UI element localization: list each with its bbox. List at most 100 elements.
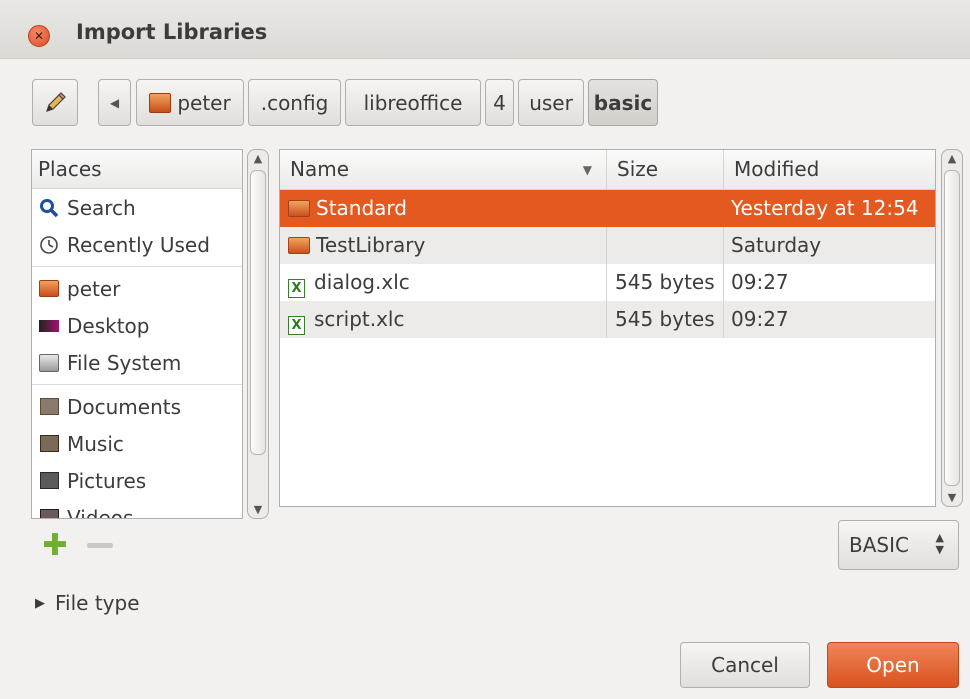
file-list-header: Name ▼ Size Modified — [280, 150, 935, 190]
search-icon — [38, 197, 60, 219]
file-row[interactable]: Xscript.xlc 545 bytes 09:27 — [280, 301, 935, 338]
chevron-down-icon[interactable]: ▼ — [942, 491, 962, 504]
chevron-up-icon[interactable]: ▲ — [942, 152, 962, 165]
file-name: TestLibrary — [316, 233, 426, 257]
file-name: dialog.xlc — [314, 270, 410, 294]
column-separator — [606, 227, 607, 264]
filter-selected-value: BASIC — [849, 533, 909, 557]
column-separator — [606, 264, 607, 301]
place-label: Pictures — [67, 468, 147, 493]
folder-icon — [288, 200, 310, 217]
crumb-label: libreoffice — [363, 90, 463, 115]
place-music[interactable]: Music — [32, 425, 242, 462]
file-modified: 09:27 — [731, 307, 789, 331]
crumb-basic[interactable]: basic — [588, 79, 658, 126]
file-type-expander[interactable]: ▶ File type — [35, 591, 140, 615]
close-icon: ✕ — [33, 29, 45, 43]
expander-label: File type — [55, 591, 140, 615]
spreadsheet-file-icon: X — [288, 279, 305, 298]
file-modified: Yesterday at 12:54 — [731, 196, 919, 220]
place-search[interactable]: Search — [32, 189, 242, 226]
cancel-label: Cancel — [711, 653, 779, 677]
file-size — [615, 190, 723, 227]
file-name-cell: TestLibrary — [288, 227, 606, 264]
file-size: 545 bytes — [615, 270, 715, 294]
file-size: 545 bytes — [615, 307, 715, 331]
updown-arrows-icon: ▲ ▼ — [935, 531, 944, 556]
place-label: Videos — [67, 505, 134, 519]
file-size — [615, 227, 723, 264]
chevron-down-icon[interactable]: ▼ — [248, 503, 268, 516]
window-title: Import Libraries — [76, 20, 268, 44]
crumb-peter[interactable]: peter — [136, 79, 244, 126]
path-scroll-left-button[interactable]: ◀ — [98, 79, 131, 126]
chevron-up-icon[interactable]: ▲ — [248, 152, 268, 165]
pictures-folder-icon — [38, 470, 60, 492]
file-list-scrollbar[interactable]: ▲ ▼ — [941, 149, 963, 507]
crumb-label: basic — [593, 90, 653, 115]
file-filter-select[interactable]: BASIC ▲ ▼ — [838, 520, 959, 570]
file-row[interactable]: Xdialog.xlc 545 bytes 09:27 — [280, 264, 935, 301]
crumb-config[interactable]: .config — [248, 79, 341, 126]
file-modified: Saturday — [731, 233, 822, 257]
expander-arrow-icon: ▶ — [35, 595, 45, 611]
file-name-cell: Standard — [288, 190, 606, 227]
column-header-modified[interactable]: Modified — [724, 150, 935, 189]
crumb-label: .config — [260, 90, 329, 115]
place-videos[interactable]: Videos — [32, 499, 242, 519]
column-header-name[interactable]: Name ▼ — [280, 150, 607, 189]
type-location-button[interactable] — [32, 79, 78, 126]
place-label: File System — [67, 350, 182, 375]
close-button[interactable]: ✕ — [28, 25, 50, 47]
cancel-button[interactable]: Cancel — [680, 642, 810, 688]
file-name-cell: Xdialog.xlc — [288, 264, 606, 301]
chevron-left-icon: ◀ — [109, 95, 120, 110]
places-scroll-thumb[interactable] — [250, 170, 266, 455]
places-scrollbar[interactable]: ▲ ▼ — [247, 149, 269, 519]
desktop-icon — [38, 315, 60, 337]
column-separator — [723, 301, 724, 338]
crumb-libreoffice[interactable]: libreoffice — [345, 79, 481, 126]
place-file-system[interactable]: File System — [32, 344, 242, 381]
place-desktop[interactable]: Desktop — [32, 307, 242, 344]
add-bookmark-button[interactable]: ✚ — [41, 531, 69, 561]
videos-folder-icon — [38, 507, 60, 518]
places-header[interactable]: Places — [32, 150, 242, 189]
file-list: Name ▼ Size Modified Standard Yesterday … — [279, 149, 936, 507]
music-folder-icon — [38, 433, 60, 455]
place-pictures[interactable]: Pictures — [32, 462, 242, 499]
home-folder-icon — [149, 92, 172, 113]
crumb-user[interactable]: user — [518, 79, 584, 126]
column-separator — [606, 301, 607, 338]
place-recently-used[interactable]: Recently Used — [32, 226, 242, 263]
place-label: Search — [67, 195, 136, 220]
spreadsheet-file-icon: X — [288, 316, 305, 335]
column-separator — [723, 264, 724, 301]
drive-icon — [38, 352, 60, 374]
file-modified: 09:27 — [731, 270, 789, 294]
places-separator — [32, 266, 242, 267]
places-separator — [32, 384, 242, 385]
place-label: peter — [67, 276, 121, 301]
file-name-cell: Xscript.xlc — [288, 301, 606, 338]
home-folder-icon — [38, 278, 60, 300]
column-header-size[interactable]: Size — [607, 150, 724, 189]
crumb-4[interactable]: 4 — [485, 79, 514, 126]
column-label: Size — [617, 157, 659, 181]
place-label: Documents — [67, 394, 182, 419]
plus-icon: ✚ — [42, 528, 68, 563]
file-row[interactable]: TestLibrary Saturday — [280, 227, 935, 264]
place-label: Recently Used — [67, 232, 210, 257]
sort-arrow-icon: ▼ — [582, 163, 592, 177]
file-name: script.xlc — [314, 307, 405, 331]
crumb-label: peter — [177, 90, 231, 115]
file-list-scroll-thumb[interactable] — [944, 170, 960, 486]
column-label: Name — [290, 157, 350, 181]
remove-bookmark-button[interactable] — [87, 543, 113, 548]
documents-folder-icon — [38, 396, 60, 418]
file-row[interactable]: Standard Yesterday at 12:54 — [280, 190, 935, 227]
place-label: Desktop — [67, 313, 150, 338]
place-peter[interactable]: peter — [32, 270, 242, 307]
open-button[interactable]: Open — [827, 642, 959, 688]
place-documents[interactable]: Documents — [32, 388, 242, 425]
